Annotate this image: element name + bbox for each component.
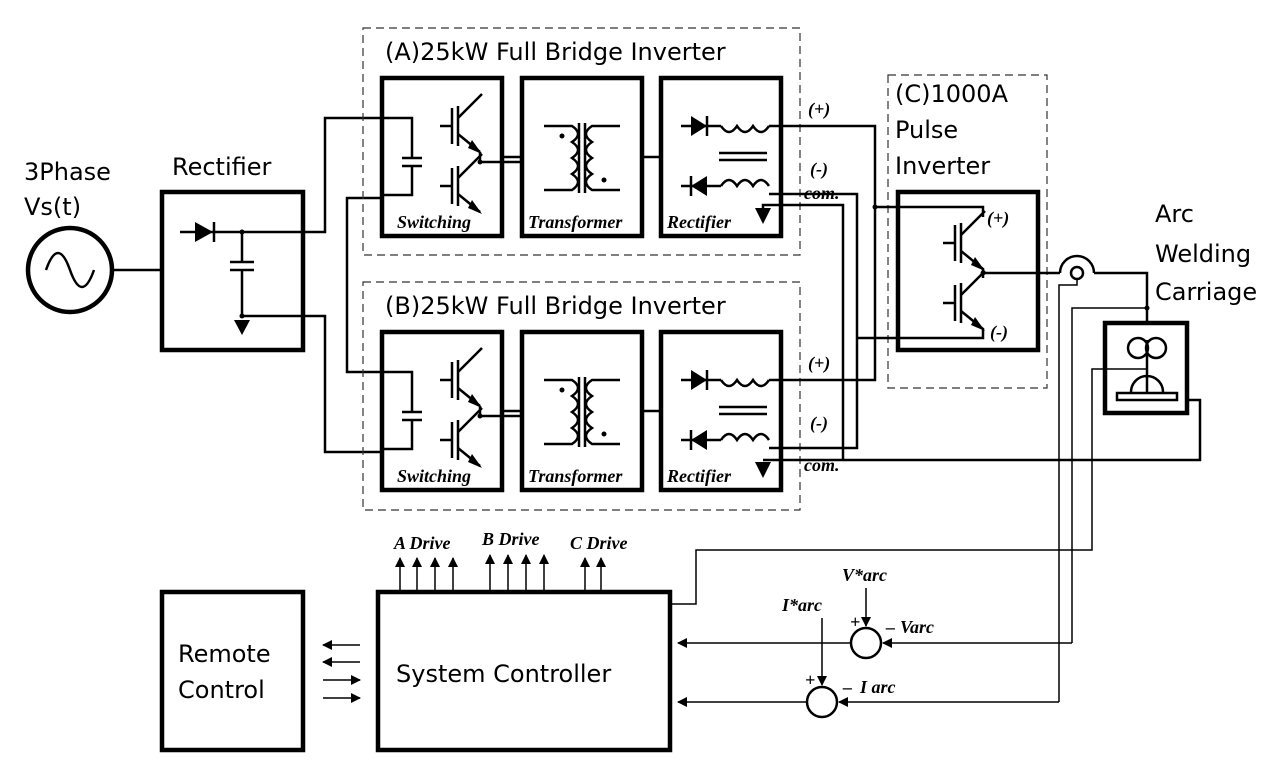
rectifier-title: Rectifier <box>172 153 272 181</box>
feedback-wiring: V*arc Varc I*arc I arc + – + – <box>670 279 1147 719</box>
source-label-vs: Vs(t) <box>24 193 81 221</box>
inverter-a-title: (A)25kW Full Bridge Inverter <box>385 38 726 66</box>
pulse-inverter-title-3: Inverter <box>895 152 990 180</box>
terminal-plus: (+) <box>808 353 830 374</box>
welding-torch-icon <box>1129 340 1165 393</box>
pulse-inverter-title: (C)1000A <box>895 80 1009 108</box>
pulse-inverter: (C)1000A Pulse Inverter (+) (-) <box>857 74 1060 389</box>
inverter-b: (B)25kW Full Bridge Inverter Switching T… <box>362 207 1202 511</box>
terminal-com: com. <box>804 455 840 475</box>
terminal-plus: (+) <box>987 208 1009 229</box>
carriage-label-3: Carriage <box>1155 278 1257 306</box>
inverter-a: (A)25kW Full Bridge Inverter Switching T… <box>362 27 877 425</box>
remote-control: Remote Control <box>159 589 361 753</box>
source-label: 3Phase <box>24 158 111 186</box>
i-ref-label: I*arc <box>781 595 822 615</box>
block-label-switching: Switching <box>397 466 471 486</box>
carriage-label-2: Welding <box>1155 240 1251 268</box>
input-rectifier: Rectifier <box>159 116 382 454</box>
current-sensor-icon <box>1058 254 1096 274</box>
a-drive-label: A Drive <box>393 533 451 553</box>
block-label-transformer: Transformer <box>528 212 623 232</box>
arc-welding-carriage: Arc Welding Carriage <box>1058 200 1257 416</box>
minus-sign: – <box>885 617 895 637</box>
plus-sign: + <box>850 612 860 632</box>
minus-sign: – <box>842 677 852 697</box>
pulse-inverter-title-2: Pulse <box>895 116 958 144</box>
block-label-rectifier: Rectifier <box>666 212 732 232</box>
terminal-minus: (-) <box>990 322 1008 343</box>
v-meas-label: Varc <box>900 617 934 637</box>
carriage-label: Arc <box>1155 200 1194 228</box>
c-drive-label: C Drive <box>570 533 628 553</box>
block-label-transformer: Transformer <box>528 466 623 486</box>
terminal-minus: (-) <box>810 413 828 434</box>
voltage-summing-junction <box>849 626 883 660</box>
drive-arrows <box>395 554 606 592</box>
inverter-b-title: (B)25kW Full Bridge Inverter <box>385 292 726 320</box>
diode-icon <box>195 222 213 242</box>
i-meas-label: I arc <box>859 677 896 697</box>
system-controller: System Controller A Drive B Drive C Driv… <box>375 529 673 753</box>
terminal-plus: (+) <box>808 99 830 120</box>
controller-title: System Controller <box>396 660 611 688</box>
block-label-rectifier: Rectifier <box>666 466 732 486</box>
current-summing-junction <box>805 685 839 719</box>
welding-system-diagram: 3Phase Vs(t) Rectifier (A)25kW Full Brid… <box>24 27 1257 753</box>
communication-arrows <box>322 640 361 703</box>
v-ref-label: V*arc <box>842 565 887 585</box>
b-drive-label: B Drive <box>481 529 540 549</box>
terminal-minus: (-) <box>810 159 828 180</box>
plus-sign: + <box>805 670 815 690</box>
ac-source: 3Phase Vs(t) <box>24 158 162 315</box>
remote-label-2: Control <box>178 676 265 704</box>
block-label-switching: Switching <box>397 212 471 232</box>
remote-label: Remote <box>178 640 271 668</box>
